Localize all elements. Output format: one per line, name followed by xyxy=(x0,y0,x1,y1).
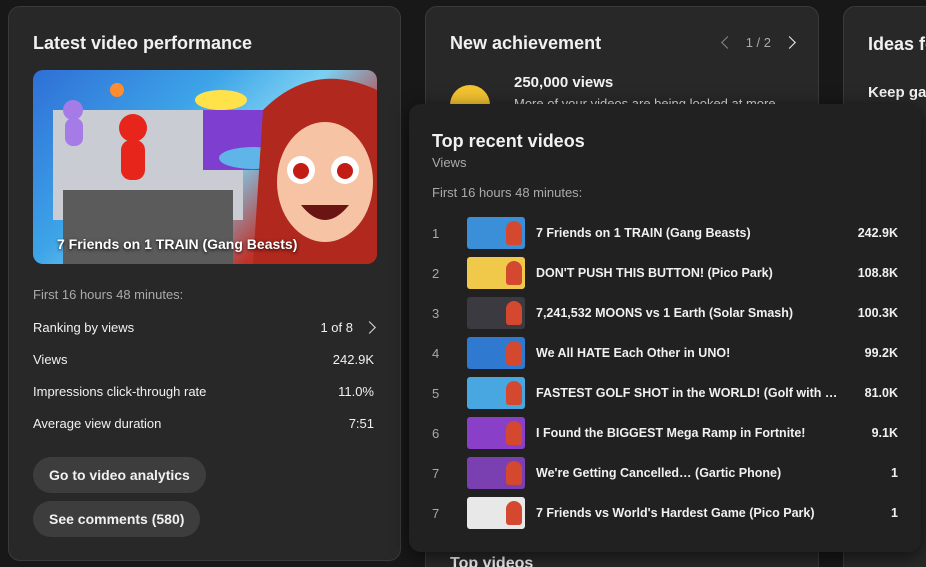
stat-duration: Average view duration 7:51 xyxy=(33,413,374,433)
stat-views: Views 242.9K xyxy=(33,349,374,369)
video-thumbnail xyxy=(467,377,525,409)
video-thumbnail xyxy=(467,337,525,369)
ideas-title: Ideas fo xyxy=(868,34,926,54)
video-row[interactable]: 6 I Found the BIGGEST Mega Ramp in Fortn… xyxy=(432,417,898,449)
video-title: We're Getting Cancelled… (Gartic Phone) xyxy=(536,466,782,480)
popup-period: First 16 hours 48 minutes: xyxy=(432,185,583,200)
video-rank: 3 xyxy=(432,305,440,321)
video-row[interactable]: 7 We're Getting Cancelled… (Gartic Phone… xyxy=(432,457,898,489)
video-rank: 6 xyxy=(432,425,440,441)
popup-title: Top recent videos xyxy=(432,131,585,151)
stat-ranking[interactable]: Ranking by views 1 of 8 xyxy=(33,317,376,337)
video-row[interactable]: 2 DON'T PUSH THIS BUTTON! (Pico Park) 10… xyxy=(432,257,898,289)
video-title: We All HATE Each Other in UNO! xyxy=(536,346,731,360)
video-title: DON'T PUSH THIS BUTTON! (Pico Park) xyxy=(536,266,773,280)
video-row[interactable]: 4 We All HATE Each Other in UNO! 99.2K xyxy=(432,337,898,369)
latest-video-card: Latest video performance 7 Friends on 1 … xyxy=(8,6,401,561)
ideas-subtitle: Keep ga xyxy=(868,84,926,101)
chevron-right-icon xyxy=(363,320,376,334)
video-views: 9.1K xyxy=(871,426,898,440)
video-rank: 5 xyxy=(432,385,440,401)
see-comments-button[interactable]: See comments (580) xyxy=(33,501,201,537)
video-thumbnail[interactable]: 7 Friends on 1 TRAIN (Gang Beasts) xyxy=(33,70,377,264)
stat-value: 7:51 xyxy=(348,415,374,431)
period-label: First 16 hours 48 minutes: xyxy=(33,287,184,302)
popup-metric: Views xyxy=(432,155,467,170)
latest-video-title: Latest video performance xyxy=(33,33,253,53)
stat-value: 1 of 8 xyxy=(320,319,353,335)
video-views: 1 xyxy=(891,466,898,480)
video-views: 108.8K xyxy=(857,266,898,280)
video-title: 7,241,532 MOONS vs 1 Earth (Solar Smash) xyxy=(536,306,794,320)
stat-ctr: Impressions click-through rate 11.0% xyxy=(33,381,374,401)
video-thumbnail xyxy=(467,257,525,289)
stat-label: Ranking by views xyxy=(33,319,135,335)
top-recent-videos-popup: Top recent videos Views First 16 hours 4… xyxy=(409,104,921,552)
stat-label: Impressions click-through rate xyxy=(33,383,207,399)
video-views: 81.0K xyxy=(864,386,898,400)
stat-label: Views xyxy=(33,351,68,367)
video-views: 242.9K xyxy=(857,226,898,240)
video-rank: 4 xyxy=(432,345,440,361)
video-row[interactable]: 3 7,241,532 MOONS vs 1 Earth (Solar Smas… xyxy=(432,297,898,329)
video-rank: 7 xyxy=(432,465,440,481)
video-rank: 7 xyxy=(432,505,440,521)
video-rank: 1 xyxy=(432,225,440,241)
stat-value: 242.9K xyxy=(332,351,374,367)
video-views: 1 xyxy=(891,506,898,520)
dashboard: Latest video performance 7 Friends on 1 … xyxy=(0,0,926,567)
achievement-pager: 1 / 2 xyxy=(720,35,796,50)
video-row[interactable]: 1 7 Friends on 1 TRAIN (Gang Beasts) 242… xyxy=(432,217,898,249)
video-title: 7 Friends vs World's Hardest Game (Pico … xyxy=(536,506,815,520)
stat-value: 11.0% xyxy=(338,383,374,399)
achievement-title: 250,000 views xyxy=(514,74,614,91)
video-rank: 2 xyxy=(432,265,440,281)
video-row[interactable]: 5 FASTEST GOLF SHOT in the WORLD! (Golf … xyxy=(432,377,898,409)
video-thumbnail xyxy=(467,217,525,249)
chevron-right-icon[interactable] xyxy=(783,36,796,49)
video-thumbnail xyxy=(467,457,525,489)
top-videos-heading: Top videos xyxy=(450,555,534,567)
video-thumbnail xyxy=(467,417,525,449)
thumbnail-art xyxy=(53,78,377,264)
pager-label: 1 / 2 xyxy=(745,35,771,50)
video-thumbnail xyxy=(467,297,525,329)
chevron-left-icon[interactable] xyxy=(720,36,734,49)
video-row[interactable]: 7 7 Friends vs World's Hardest Game (Pic… xyxy=(432,497,898,529)
video-views: 99.2K xyxy=(864,346,898,360)
achievement-heading: New achievement xyxy=(450,33,602,53)
video-views: 100.3K xyxy=(857,306,898,320)
stat-label: Average view duration xyxy=(33,415,162,431)
video-title: FASTEST GOLF SHOT in the WORLD! (Golf wi… xyxy=(536,386,841,400)
video-title: 7 Friends on 1 TRAIN (Gang Beasts) xyxy=(536,226,751,240)
video-analytics-button[interactable]: Go to video analytics xyxy=(33,457,206,493)
thumbnail-caption: 7 Friends on 1 TRAIN (Gang Beasts) xyxy=(57,236,298,252)
video-title: I Found the BIGGEST Mega Ramp in Fortnit… xyxy=(536,426,806,440)
video-thumbnail xyxy=(467,497,525,529)
